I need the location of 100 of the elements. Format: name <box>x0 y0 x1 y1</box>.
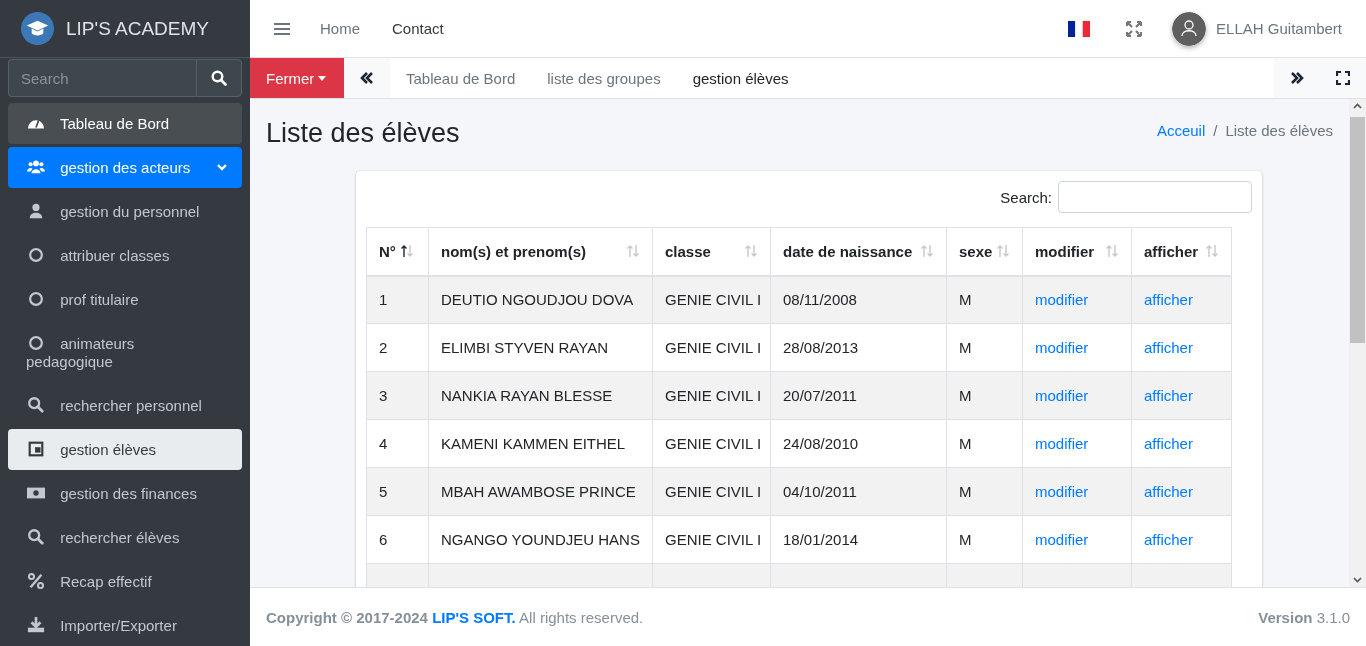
table-link[interactable]: modifier <box>1035 435 1089 452</box>
table-cell: GENIE CIVIL I <box>665 387 762 404</box>
sidebar-item[interactable]: rechercher personnel <box>8 385 242 426</box>
sidebar-item[interactable]: attribuer classes <box>8 235 242 276</box>
search-icon <box>211 70 227 86</box>
column-header[interactable]: modifier <box>1022 227 1132 276</box>
close-dropdown-button[interactable]: Fermer <box>250 58 344 98</box>
table-link[interactable]: afficher <box>1144 339 1193 356</box>
table-cell: 6 <box>379 531 388 548</box>
circle-icon <box>26 290 46 308</box>
table-cell: 3 <box>379 387 388 404</box>
sidebar-item[interactable]: gestion des finances <box>8 473 242 514</box>
sidebar-item[interactable]: rechercher élèves <box>8 517 242 558</box>
double-chevron-right-icon <box>1290 72 1304 84</box>
table-cell: M <box>959 387 972 404</box>
table-cell: 5 <box>379 483 388 500</box>
expand-icon[interactable] <box>1126 20 1143 37</box>
fullscreen-button[interactable] <box>1320 58 1366 98</box>
fullscreen-icon <box>1336 71 1350 85</box>
scroll-right-button[interactable] <box>1274 58 1320 98</box>
tab[interactable]: Tableau de Bord <box>390 58 532 98</box>
nav-link[interactable]: Home <box>320 20 360 37</box>
column-header[interactable]: sexe <box>946 227 1023 276</box>
table-cell: M <box>959 483 972 500</box>
table-link[interactable]: afficher <box>1144 291 1193 309</box>
avatar-icon[interactable] <box>1172 11 1207 46</box>
download-icon <box>26 616 46 634</box>
table-cell: GENIE CIVIL I <box>665 435 762 452</box>
table-cell: ELIMBI STYVEN RAYAN <box>441 339 608 356</box>
double-chevron-left-icon <box>360 72 374 84</box>
version-text: Version 3.1.0 <box>1258 608 1350 626</box>
breadcrumb-separator: / <box>1213 121 1218 139</box>
table-cell: NGANGO YOUNDJEU HANS <box>441 531 640 548</box>
table-cell: DEUTIO NGOUDJOU DOVA <box>441 291 634 309</box>
scroll-up-icon[interactable] <box>1353 103 1362 109</box>
breadcrumb-current: Liste des élèves <box>1225 121 1333 139</box>
table-cell: GENIE CIVIL I <box>665 483 762 500</box>
sidebar-search-button[interactable] <box>196 59 242 97</box>
table-cell: 2 <box>379 339 388 356</box>
search-label: Search: <box>1000 188 1052 206</box>
sidebar-item[interactable]: gestion élèves <box>8 429 242 470</box>
nav-link[interactable]: Contact <box>392 20 444 37</box>
menu-icon[interactable] <box>274 21 290 36</box>
table-link[interactable]: afficher <box>1144 435 1193 452</box>
sidebar-item[interactable]: gestion du personnel <box>8 191 242 232</box>
table-cell: M <box>959 339 972 356</box>
scrollbar[interactable] <box>1349 99 1366 587</box>
table-link[interactable]: afficher <box>1144 387 1193 404</box>
sidebar-item[interactable]: Recap effectif <box>8 561 242 602</box>
table-cell: 20/07/2011 <box>783 387 857 404</box>
tab[interactable]: gestion élèves <box>676 58 805 98</box>
column-header[interactable]: date de naissance <box>770 227 947 276</box>
sidebar-item[interactable]: gestion des acteurs <box>8 147 242 188</box>
scroll-left-button[interactable] <box>344 58 390 98</box>
table-link[interactable]: modifier <box>1035 531 1089 548</box>
page-title: Liste des élèves <box>266 117 460 149</box>
caret-icon <box>318 75 327 81</box>
column-header[interactable]: afficher <box>1131 227 1232 276</box>
table-cell: 04/10/2011 <box>783 483 857 500</box>
percent-icon <box>26 572 46 590</box>
sidebar-item[interactable]: Tableau de Bord <box>8 103 242 144</box>
table-link[interactable]: modifier <box>1035 483 1089 500</box>
circle-icon <box>26 334 46 352</box>
table-search-field[interactable] <box>1058 181 1252 213</box>
column-header[interactable]: nom(s) et prenom(s) <box>428 227 653 276</box>
table-cell: M <box>959 291 972 309</box>
table-cell: 08/11/2008 <box>783 291 857 309</box>
brand-name: LIP'S ACADEMY <box>66 17 209 40</box>
table-cell: KAMENI KAMMEN EITHEL <box>441 435 626 452</box>
search-icon <box>26 528 46 546</box>
copyright-text: Copyright © 2017-2024 LIP'S SOFT. All rights reserved. <box>266 608 644 626</box>
column-header[interactable]: classe <box>652 227 771 276</box>
sidebar-item[interactable]: prof titulaire <box>8 279 242 320</box>
table-link[interactable]: afficher <box>1144 531 1193 548</box>
flag-icon[interactable] <box>1068 20 1091 37</box>
tab[interactable]: liste des groupes <box>531 58 677 98</box>
table-cell: MBAH AWAMBOSE PRINCE <box>441 483 636 500</box>
table-cell: 18/01/2014 <box>783 531 859 548</box>
table-link[interactable]: modifier <box>1035 387 1089 404</box>
table-link[interactable]: modifier <box>1035 339 1089 356</box>
table-cell: GENIE CIVIL I <box>665 531 762 548</box>
search-icon <box>26 396 46 414</box>
breadcrumb-link[interactable]: Acceuil <box>1156 121 1206 139</box>
sidebar-item[interactable]: animateurs pedagogique <box>8 323 242 382</box>
table-cell: 1 <box>379 291 388 309</box>
table-cell: 24/08/2010 <box>783 435 859 452</box>
circle-icon <box>26 246 46 264</box>
company-link[interactable]: LIP'S SOFT. <box>432 608 516 626</box>
user-name[interactable]: ELLAH Guitambert <box>1216 20 1342 37</box>
table-cell: 4 <box>379 435 388 452</box>
table-cell: 28/08/2013 <box>783 339 859 356</box>
table-cell: GENIE CIVIL I <box>665 291 762 309</box>
table-link[interactable]: modifier <box>1035 291 1089 309</box>
table-link[interactable]: afficher <box>1144 483 1193 500</box>
table-cell: M <box>959 531 972 548</box>
sidebar-search-field[interactable]: Search <box>8 59 196 97</box>
users-icon <box>26 158 46 176</box>
scroll-down-icon[interactable] <box>1353 577 1362 583</box>
sidebar-item[interactable]: Importer/Exporter <box>8 605 242 646</box>
column-header[interactable]: N° <box>366 227 429 276</box>
